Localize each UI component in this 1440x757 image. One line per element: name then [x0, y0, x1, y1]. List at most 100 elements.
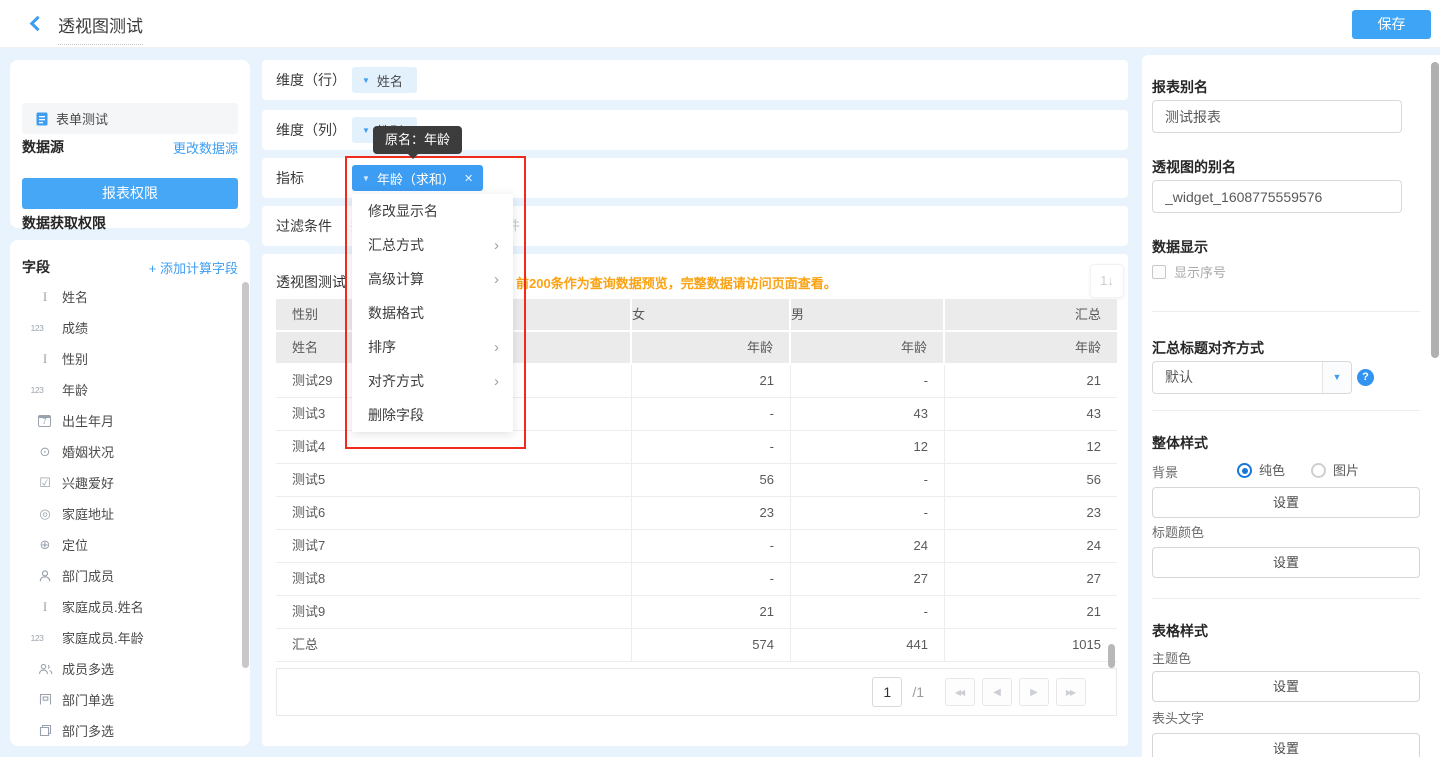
select-caret-icon[interactable]: ▼	[1322, 362, 1351, 393]
field-list: I姓名 123成绩 I性别 123年龄 7出生年月 ⊙婚姻状况 ☑兴趣爱好 ◎家…	[10, 281, 238, 746]
widget-alias-input[interactable]	[1152, 180, 1402, 213]
close-icon[interactable]: ✕	[464, 172, 473, 185]
tag-label: 姓名	[377, 71, 403, 90]
text-field-icon: I	[36, 289, 54, 305]
menu-item-label: 删除字段	[368, 405, 499, 425]
menu-item-label: 修改显示名	[368, 201, 499, 221]
submenu-arrow-icon: ›	[494, 271, 499, 288]
dept-multi-icon	[36, 724, 54, 737]
field-item-hobby[interactable]: ☑兴趣爱好	[10, 467, 238, 498]
summary-align-select[interactable]: 默认 ▼	[1152, 361, 1352, 394]
report-permission-button[interactable]: 报表权限	[22, 178, 238, 209]
value-cell: -	[791, 596, 945, 629]
table-row: 测试623-23	[276, 497, 1117, 530]
table-scrollbar[interactable]	[1108, 644, 1115, 668]
menu-item-advanced-calc[interactable]: 高级计算›	[352, 262, 513, 296]
field-item-dept-member[interactable]: 部门成员	[10, 560, 238, 591]
field-label: 成员多选	[62, 659, 114, 678]
add-calc-field-label: 添加计算字段	[160, 261, 238, 276]
report-alias-input[interactable]	[1152, 100, 1402, 133]
fields-title: 字段	[22, 257, 50, 277]
value-cell: -	[632, 398, 791, 431]
value-cell: -	[791, 497, 945, 530]
submenu-arrow-icon: ›	[494, 237, 499, 254]
field-item-name[interactable]: I 姓名	[10, 281, 238, 312]
metric-tag[interactable]: ▼年龄（求和）✕	[352, 165, 483, 191]
value-cell: 21	[632, 596, 791, 629]
value-cell: 21	[945, 596, 1117, 629]
bg-image-radio[interactable]	[1311, 463, 1326, 478]
menu-item-sort[interactable]: 排序›	[352, 330, 513, 364]
datasource-item[interactable]: 表单测试	[22, 103, 238, 134]
panel-scrollbar[interactable]	[1431, 62, 1439, 358]
dimension-row-tag[interactable]: ▼姓名	[352, 67, 417, 93]
field-label: 家庭成员.年龄	[62, 628, 144, 647]
field-label: 兴趣爱好	[62, 473, 114, 492]
value-cell: 27	[945, 563, 1117, 596]
menu-item-rename[interactable]: 修改显示名	[352, 194, 513, 228]
header-text-set-button[interactable]: 设置	[1152, 733, 1420, 757]
bg-set-button[interactable]: 设置	[1152, 487, 1420, 518]
value-cell: 1015	[945, 629, 1117, 662]
value-cell: 21	[632, 365, 791, 398]
text-field-icon: I	[36, 351, 54, 367]
field-item-birthdate[interactable]: 7出生年月	[10, 405, 238, 436]
value-cell: 12	[945, 431, 1117, 464]
field-item-address[interactable]: ◎家庭地址	[10, 498, 238, 529]
original-name-tooltip: 原名：年龄	[373, 126, 462, 154]
field-item-member-multi[interactable]: 成员多选	[10, 653, 238, 684]
help-icon[interactable]: ?	[1357, 369, 1374, 386]
row-label-cell: 汇总	[276, 629, 632, 662]
datasource-title: 数据源	[22, 137, 64, 157]
sort-icon[interactable]: 1↓	[1090, 264, 1124, 298]
field-label: 姓名	[62, 287, 88, 306]
prev-page-button[interactable]: ◀	[982, 678, 1012, 706]
menu-item-aggregation[interactable]: 汇总方式›	[352, 228, 513, 262]
filter-label: 过滤条件	[276, 206, 332, 246]
number-field-icon: 123	[36, 323, 54, 333]
save-button[interactable]: 保存	[1352, 10, 1431, 39]
datasource-card: 数据源 更改数据源 表单测试 数据获取权限 报表权限	[10, 60, 250, 228]
divider	[1152, 311, 1420, 312]
number-field-icon: 123	[36, 385, 54, 395]
menu-item-delete-field[interactable]: 删除字段	[352, 398, 513, 432]
row-label-cell: 测试5	[276, 464, 632, 497]
bg-solid-radio[interactable]	[1237, 463, 1252, 478]
field-item-position[interactable]: ⊕定位	[10, 529, 238, 560]
field-label: 性别	[62, 349, 88, 368]
field-item-gender[interactable]: I 性别	[10, 343, 238, 374]
summary-align-label: 汇总标题对齐方式	[1152, 338, 1264, 358]
last-page-button[interactable]: ▶▶	[1056, 678, 1086, 706]
theme-color-set-button[interactable]: 设置	[1152, 671, 1420, 702]
location-field-icon: ◎	[36, 506, 54, 522]
field-item-dept-single[interactable]: 部门单选	[10, 684, 238, 715]
field-item-family-age[interactable]: 123家庭成员.年龄	[10, 622, 238, 653]
menu-item-label: 高级计算	[368, 269, 494, 289]
field-item-score[interactable]: 123成绩	[10, 312, 238, 343]
next-page-button[interactable]: ▶	[1019, 678, 1049, 706]
field-item-age[interactable]: 123年龄	[10, 374, 238, 405]
add-calc-field-link[interactable]: + 添加计算字段	[149, 258, 238, 277]
show-index-checkbox[interactable]	[1152, 265, 1166, 279]
metric-label: 指标	[276, 158, 304, 198]
menu-item-data-format[interactable]: 数据格式	[352, 296, 513, 330]
row-label-cell: 测试6	[276, 497, 632, 530]
field-item-dept-multi[interactable]: 部门多选	[10, 715, 238, 746]
title-color-set-button[interactable]: 设置	[1152, 547, 1420, 578]
text-field-icon: I	[36, 599, 54, 615]
back-icon[interactable]	[30, 16, 46, 32]
field-item-marital[interactable]: ⊙婚姻状况	[10, 436, 238, 467]
fields-scrollbar[interactable]	[242, 282, 249, 668]
menu-item-align[interactable]: 对齐方式›	[352, 364, 513, 398]
first-page-button[interactable]: ◀◀	[945, 678, 975, 706]
row-label-cell: 测试8	[276, 563, 632, 596]
value-cell: 12	[791, 431, 945, 464]
value-cell: -	[632, 431, 791, 464]
value-cell: 24	[945, 530, 1117, 563]
menu-item-label: 汇总方式	[368, 235, 494, 255]
row-label-cell: 测试4	[276, 431, 632, 464]
page-input[interactable]	[872, 677, 902, 707]
change-datasource-link[interactable]: 更改数据源	[173, 138, 238, 157]
field-item-family-name[interactable]: I家庭成员.姓名	[10, 591, 238, 622]
page-total: /1	[912, 684, 924, 700]
